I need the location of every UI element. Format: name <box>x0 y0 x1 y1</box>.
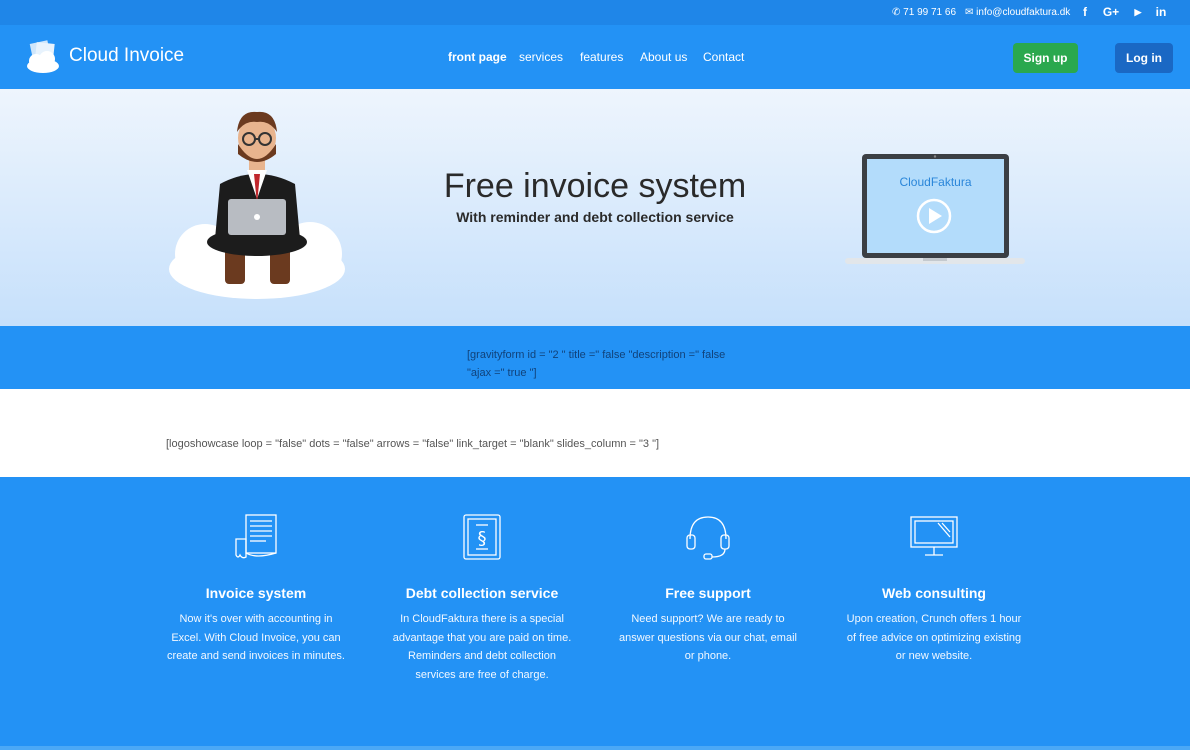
laptop-icon <box>845 154 1025 264</box>
facebook-icon[interactable]: f <box>1077 4 1093 20</box>
headset-icon <box>686 516 730 560</box>
video-laptop[interactable]: CloudFaktura <box>845 151 1025 271</box>
video-label: CloudFaktura <box>899 175 972 189</box>
feature-title: Debt collection service <box>405 585 559 601</box>
hero-section: Free invoice system With reminder and de… <box>0 89 1190 326</box>
features-section: Invoice system Now it's over with accoun… <box>0 477 1190 750</box>
invoice-icon <box>235 514 277 559</box>
monitor-icon <box>910 516 958 556</box>
feature-text: In CloudFaktura there is a special advan… <box>392 613 572 681</box>
cloud-logo-icon[interactable] <box>25 40 61 74</box>
top-bar: ✆ 71 99 71 66 ✉ info@cloudfaktura.dk f G… <box>0 0 1190 25</box>
linkedin-icon[interactable]: in <box>1153 4 1169 20</box>
form-section: [gravityform id = "2 " title =" false "d… <box>0 326 1190 389</box>
signup-button[interactable]: Sign up <box>1013 43 1078 73</box>
svg-text:§: § <box>478 528 487 549</box>
feature-title: Invoice system <box>205 585 307 601</box>
feature-title: Free support <box>665 585 751 601</box>
logoshowcase-shortcode: [logoshowcase loop = "false" dots = "fal… <box>166 438 660 450</box>
mail-icon: ✉ <box>965 7 974 18</box>
feature-text: Need support? We are ready to answer que… <box>619 613 797 662</box>
feature-text: Now it's over with accounting in Excel. … <box>167 613 345 662</box>
logo-showcase-section: [logoshowcase loop = "false" dots = "fal… <box>0 389 1190 477</box>
phone-number: 71 99 71 66 <box>903 7 956 18</box>
nav-contact[interactable]: Contact <box>703 50 744 64</box>
email-contact[interactable]: ✉ info@cloudfaktura.dk <box>965 0 1070 25</box>
feature-text: Upon creation, Crunch offers 1 hour of f… <box>846 613 1022 662</box>
youtube-icon[interactable]: ▶ <box>1130 4 1146 20</box>
gravityform-shortcode: [gravityform id = "2 " title =" false "d… <box>467 349 726 379</box>
phone-icon: ✆ <box>892 7 901 18</box>
login-button[interactable]: Log in <box>1115 43 1173 73</box>
law-book-icon: § <box>463 514 501 560</box>
site-header: Cloud Invoice front page services featur… <box>0 25 1190 89</box>
logo-text[interactable]: Cloud Invoice <box>69 45 184 67</box>
nav-features[interactable]: features <box>580 50 623 64</box>
nav-about-us[interactable]: About us <box>640 50 687 64</box>
email-address: info@cloudfaktura.dk <box>976 7 1071 18</box>
nav-front-page[interactable]: front page <box>448 50 507 64</box>
phone-contact[interactable]: ✆ 71 99 71 66 <box>892 0 956 25</box>
google-plus-icon[interactable]: G+ <box>1100 4 1122 20</box>
nav-services[interactable]: services <box>519 50 563 64</box>
feature-title: Web consulting <box>882 585 986 601</box>
footer-edge <box>0 746 1190 750</box>
